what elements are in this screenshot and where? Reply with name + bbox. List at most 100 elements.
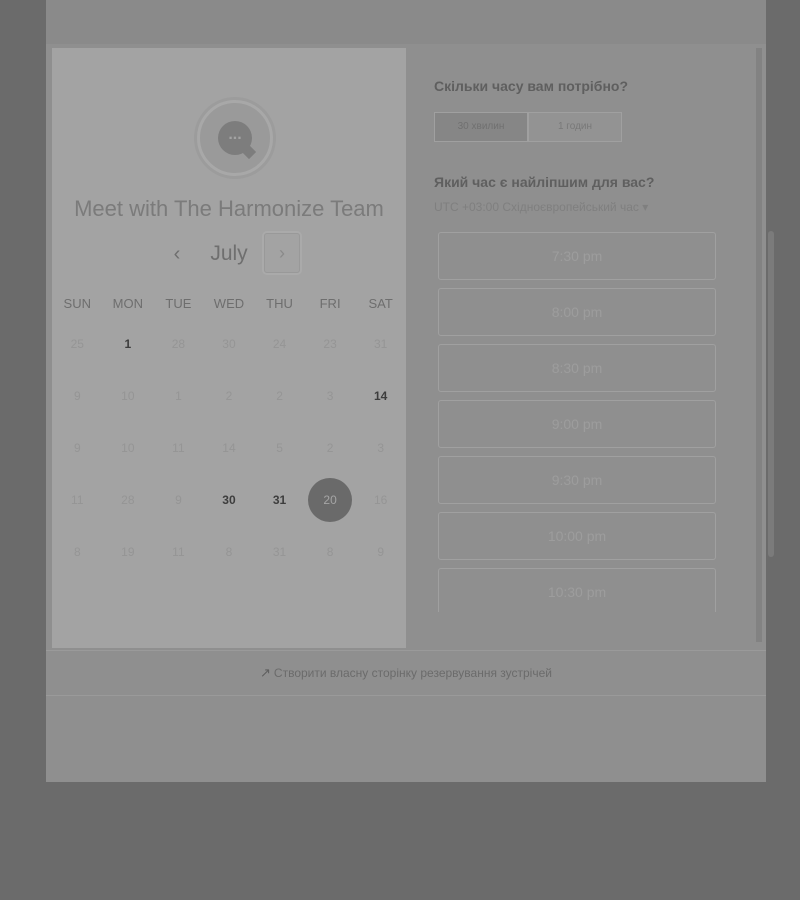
- duration-option[interactable]: 1 годин: [528, 112, 622, 142]
- next-month-button[interactable]: ›: [264, 233, 300, 273]
- time-slot[interactable]: 8:30 pm: [438, 344, 716, 392]
- calendar-week: 25 1 28 30 24 23 31: [52, 318, 406, 370]
- calendar-day: 9: [52, 422, 103, 474]
- footer-link-text: Створити власну сторінку резервування зу…: [273, 666, 552, 680]
- weekday-label: SUN: [63, 296, 91, 311]
- calendar-day-number: 8: [73, 545, 81, 559]
- calendar-day: 11: [153, 526, 204, 578]
- calendar-day: 8: [52, 526, 103, 578]
- calendar-day: 9: [355, 526, 406, 578]
- calendar-day: 2: [305, 422, 356, 474]
- calendar-day-number: 9: [73, 441, 81, 455]
- time-slot[interactable]: 9:00 pm: [438, 400, 716, 448]
- weekday-label: FRI: [319, 296, 341, 311]
- calendar-day-number: 28: [171, 337, 186, 351]
- booking-card: ... Meet with The Harmonize Team ‹ July …: [46, 0, 774, 782]
- time-question: Який час є найліпшим для вас?: [434, 174, 655, 190]
- weekday-label: WED: [213, 296, 245, 311]
- calendar-day: 9: [52, 370, 103, 422]
- calendar-day-number: 31: [272, 493, 287, 507]
- calendar-day-number: 11: [172, 545, 185, 559]
- calendar-day-number: 28: [121, 493, 135, 507]
- calendar-day: 2: [254, 370, 305, 422]
- external-link-icon: ↗: [260, 665, 271, 680]
- weekday-label: TUE: [165, 296, 192, 311]
- calendar-day-number: 10: [121, 441, 135, 455]
- calendar-day: 1: [153, 370, 204, 422]
- calendar-day-number: 1: [124, 337, 132, 351]
- calendar-day-number: 24: [272, 337, 287, 351]
- calendar-day: 2: [204, 370, 255, 422]
- time-slot-list: 7:30 pm 8:00 pm 8:30 pm 9:00 pm 9:30 pm …: [438, 232, 716, 612]
- time-slot[interactable]: 10:00 pm: [438, 512, 716, 560]
- calendar-day-number: 8: [225, 545, 233, 559]
- calendar-day-number: 2: [276, 389, 283, 403]
- calendar-day-number: 30: [222, 493, 236, 507]
- calendar-day: 8: [204, 526, 255, 578]
- calendar-day-number: 10: [121, 389, 135, 403]
- timezone-select[interactable]: UTC +03:00 Східноєвропейський час ▾: [434, 200, 648, 214]
- calendar-day-number: 11: [71, 493, 84, 507]
- footer: ↗ Створити власну сторінку резервування з…: [46, 650, 766, 696]
- duration-question: Скільки часу вам потрібно?: [434, 78, 629, 94]
- month-navigation: ‹ July ›: [52, 233, 406, 273]
- calendar-week: 9 10 1 2 2 3 14: [52, 370, 406, 422]
- time-slot[interactable]: 7:30 pm: [438, 232, 716, 280]
- weekday-header: SUN MON TUE WED THU FRI SAT: [52, 296, 406, 316]
- meeting-title: Meet with The Harmonize Team: [74, 196, 384, 221]
- calendar-day[interactable]: 30: [204, 474, 255, 526]
- month-label: July: [210, 242, 248, 265]
- calendar-day-number: 16: [373, 493, 388, 507]
- calendar-day: 23: [305, 318, 356, 370]
- calendar-day: 19: [103, 526, 154, 578]
- timezone-label: UTC +03:00 Східноєвропейський час: [434, 200, 639, 214]
- page-scrollbar[interactable]: [756, 48, 762, 642]
- calendar-day-number: 9: [175, 493, 182, 507]
- calendar-day-number: 2: [326, 441, 334, 455]
- slot-list-scrollbar[interactable]: [768, 231, 774, 557]
- calendar-day-number: 19: [121, 545, 135, 559]
- time-slot[interactable]: 9:30 pm: [438, 456, 716, 504]
- time-slot[interactable]: 10:30 pm: [438, 568, 716, 612]
- calendar-day: 10: [103, 422, 154, 474]
- calendar-grid: 25 1 28 30 24 23 31 9 10 1 2 2 3 14 9 10 11 14 5 2 3 11 28 9 30 3…: [52, 318, 406, 578]
- calendar-day: 11: [153, 422, 204, 474]
- time-selection-panel: Скільки часу вам потрібно? 30 хвилин 1 г…: [412, 48, 774, 648]
- calendar-day: 16: [355, 474, 406, 526]
- calendar-day[interactable]: 31: [254, 474, 305, 526]
- calendar-day-number: 20: [308, 478, 353, 522]
- calendar-day: 31: [355, 318, 406, 370]
- weekday-label: THU: [266, 296, 293, 311]
- calendar-day[interactable]: 14: [355, 370, 406, 422]
- calendar-day-number: 3: [377, 441, 384, 455]
- prev-month-button[interactable]: ‹: [162, 236, 192, 272]
- duration-selector: 30 хвилин 1 годин: [434, 112, 622, 142]
- calendar-day: 5: [254, 422, 305, 474]
- calendar-day-number: 9: [73, 389, 81, 403]
- calendar-day-number: 9: [377, 545, 384, 559]
- weekday-label: SAT: [368, 296, 393, 311]
- calendar-day: 3: [355, 422, 406, 474]
- calendar-day-number: 31: [272, 545, 287, 559]
- calendar-day: 28: [103, 474, 154, 526]
- calendar-day-selected[interactable]: 20: [305, 474, 356, 526]
- calendar-day: 14: [204, 422, 255, 474]
- calendar-day-number: 1: [175, 389, 182, 403]
- calendar-day: 8: [305, 526, 356, 578]
- calendar-day: 3: [305, 370, 356, 422]
- calendar-day[interactable]: 1: [103, 318, 154, 370]
- calendar-panel: ... Meet with The Harmonize Team ‹ July …: [52, 48, 406, 648]
- duration-option[interactable]: 30 хвилин: [434, 112, 528, 142]
- calendar-day: 9: [153, 474, 204, 526]
- create-booking-page-link[interactable]: ↗ Створити власну сторінку резервування з…: [46, 651, 766, 695]
- calendar-day: 28: [153, 318, 204, 370]
- time-slot[interactable]: 8:00 pm: [438, 288, 716, 336]
- calendar-day-number: 31: [373, 337, 388, 351]
- calendar-day-number: 2: [225, 389, 233, 403]
- calendar-week: 11 28 9 30 31 20 16: [52, 474, 406, 526]
- calendar-day: 25: [52, 318, 103, 370]
- calendar-day-number: 30: [222, 337, 236, 351]
- calendar-day-number: 8: [326, 545, 334, 559]
- calendar-day-number: 11: [172, 441, 185, 455]
- calendar-day-number: 14: [373, 389, 388, 403]
